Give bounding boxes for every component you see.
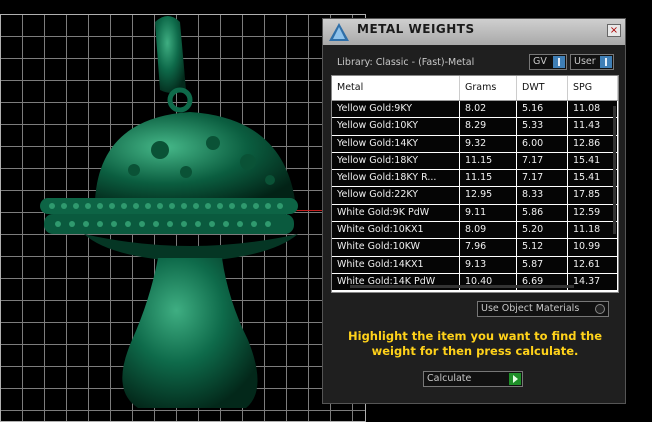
cell-spg: 12.86 (568, 135, 618, 152)
table-row[interactable]: White Gold:14KX1 9.13 5.87 12.61 (332, 256, 618, 274)
header-metal[interactable]: Metal (332, 76, 460, 100)
radio-icon[interactable] (595, 304, 605, 314)
cell-metal: White Gold:14KX1 (332, 256, 460, 273)
cell-grams: 11.15 (460, 152, 517, 170)
cell-spg: 10.99 (568, 239, 618, 256)
header-dwt[interactable]: DWT (517, 76, 568, 100)
table-row[interactable]: Yellow Gold:18KY 11.15 7.17 15.41 (332, 152, 618, 171)
table-row[interactable]: White Gold:10KX1 8.09 5.20 11.18 (332, 222, 618, 240)
cell-spg: 11.43 (568, 118, 618, 135)
cell-metal: White Gold:9K PdW (332, 204, 460, 222)
vertical-scrollbar[interactable] (613, 106, 616, 234)
metal-table[interactable]: Metal Grams DWT SPG Yellow Gold:9KY 8.02 5… (331, 75, 619, 293)
cell-spg: 12.59 (568, 204, 618, 222)
cell-spg: 12.61 (568, 256, 618, 273)
cell-metal: Yellow Gold:14KY (332, 135, 460, 152)
cell-metal: White Gold:10KX1 (332, 222, 460, 239)
app-logo-icon (329, 23, 349, 41)
toggle-icon (600, 56, 612, 68)
header-spg[interactable]: SPG (568, 76, 618, 100)
cell-metal: Yellow Gold:22KY (332, 187, 460, 204)
cell-grams: 8.09 (460, 222, 517, 239)
cell-metal: Yellow Gold:10KY (332, 118, 460, 135)
cell-grams: 8.02 (460, 101, 517, 118)
cell-dwt: 8.33 (517, 187, 568, 204)
cell-dwt: 5.16 (517, 101, 568, 118)
gv-toggle-label: GV (533, 56, 547, 67)
close-button[interactable]: × (607, 24, 621, 37)
cell-spg: 17.85 (568, 187, 618, 204)
cell-dwt: 7.17 (517, 170, 568, 187)
gv-toggle[interactable]: GV (529, 54, 567, 70)
use-object-materials-option[interactable]: Use Object Materials (477, 301, 609, 317)
table-header: Metal Grams DWT SPG (332, 76, 618, 101)
cell-metal: White Gold:10KW (332, 239, 460, 256)
table-row[interactable]: White Gold:9K PdW 9.11 5.86 12.59 (332, 204, 618, 223)
cell-dwt: 5.86 (517, 204, 568, 222)
cell-grams: 8.29 (460, 118, 517, 135)
library-label: Library: Classic - (Fast)-Metal (337, 57, 475, 68)
cell-dwt: 5.12 (517, 239, 568, 256)
table-row[interactable]: Yellow Gold:9KY 8.02 5.16 11.08 (332, 101, 618, 119)
cell-grams: 7.96 (460, 239, 517, 256)
panel-title: METAL WEIGHTS (357, 22, 475, 36)
cell-grams: 9.32 (460, 135, 517, 152)
cell-metal: Yellow Gold:9KY (332, 101, 460, 118)
horizontal-scrollbar[interactable] (350, 285, 574, 288)
table-row[interactable]: Yellow Gold:18KY R... 11.15 7.17 15.41 (332, 170, 618, 188)
mushroom-pendant-model[interactable] (0, 0, 366, 422)
cell-spg: 11.08 (568, 101, 618, 118)
metal-weights-panel: METAL WEIGHTS × Library: Classic - (Fast… (322, 18, 626, 404)
cell-grams: 9.11 (460, 204, 517, 222)
cell-dwt: 6.00 (517, 135, 568, 152)
cell-dwt: 5.33 (517, 118, 568, 135)
table-row[interactable]: Yellow Gold:22KY 12.95 8.33 17.85 (332, 187, 618, 205)
cell-dwt: 5.20 (517, 222, 568, 239)
instruction-text: Highlight the item you want to find the … (348, 329, 602, 358)
table-row[interactable]: White Gold:10KW 7.96 5.12 10.99 (332, 239, 618, 257)
cell-spg: 11.18 (568, 222, 618, 239)
cell-metal: Yellow Gold:18KY (332, 152, 460, 170)
toggle-icon (553, 56, 565, 68)
cell-grams: 11.15 (460, 170, 517, 187)
use-object-materials-label: Use Object Materials (481, 303, 580, 314)
cell-dwt: 5.87 (517, 256, 568, 273)
play-arrow-icon (509, 373, 521, 385)
header-grams[interactable]: Grams (460, 76, 517, 100)
calculate-button[interactable]: Calculate (423, 371, 523, 387)
table-row[interactable]: Yellow Gold:14KY 9.32 6.00 12.86 (332, 135, 618, 153)
cell-dwt: 7.17 (517, 152, 568, 170)
cell-grams: 12.95 (460, 187, 517, 204)
cell-grams: 9.13 (460, 256, 517, 273)
cell-spg: 15.41 (568, 152, 618, 170)
cell-spg: 14.37 (568, 273, 618, 291)
cell-metal: Yellow Gold:18KY R... (332, 170, 460, 187)
table-row[interactable]: Yellow Gold:10KY 8.29 5.33 11.43 (332, 118, 618, 136)
panel-titlebar[interactable]: METAL WEIGHTS × (323, 19, 625, 45)
cell-spg: 15.41 (568, 170, 618, 187)
user-toggle[interactable]: User (570, 54, 614, 70)
calculate-label: Calculate (427, 373, 472, 384)
table-row[interactable]: White Gold:14K PdW 10.40 6.69 14.37 (332, 273, 618, 292)
user-toggle-label: User (574, 56, 596, 67)
